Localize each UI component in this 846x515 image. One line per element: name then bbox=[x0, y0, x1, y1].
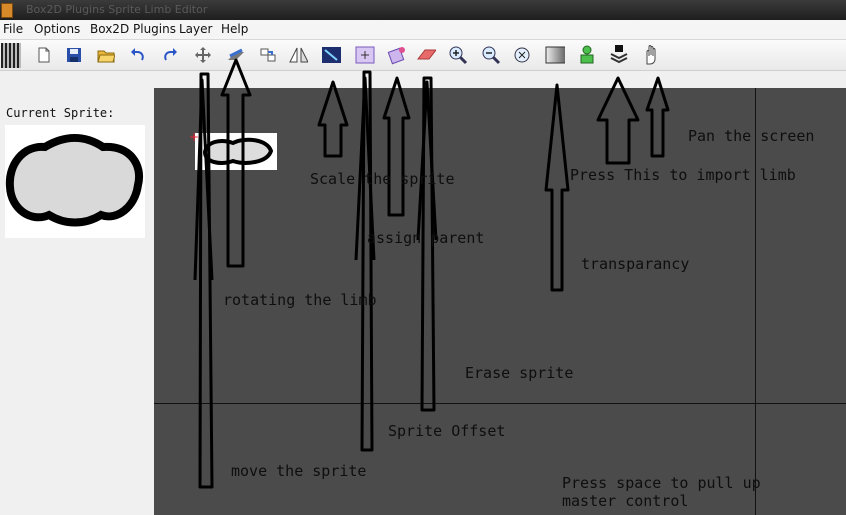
label-transparency: transparancy bbox=[581, 255, 690, 273]
arrow-transparency bbox=[544, 83, 570, 292]
label-master-control-2: master control bbox=[562, 492, 689, 510]
arrow-scale bbox=[317, 80, 349, 158]
label-rotating-limb: rotating the limb bbox=[223, 291, 377, 309]
label-assign-parent: assign parent bbox=[367, 229, 485, 247]
arrow-rotate bbox=[220, 58, 252, 268]
label-scale-sprite: Scale the sprite bbox=[310, 170, 455, 188]
label-master-control-1: Press space to pull up bbox=[562, 474, 761, 492]
label-pan-screen: Pan the screen bbox=[688, 127, 815, 145]
arrow-assign-parent bbox=[382, 76, 411, 217]
arrow-pan bbox=[645, 76, 670, 158]
label-import-limb: Press This to import limb bbox=[570, 166, 796, 184]
label-erase-sprite: Erase sprite bbox=[465, 364, 574, 382]
label-move-sprite: move the sprite bbox=[231, 462, 367, 480]
label-sprite-offset: Sprite Offset bbox=[388, 422, 506, 440]
arrow-import-limb bbox=[596, 76, 640, 165]
